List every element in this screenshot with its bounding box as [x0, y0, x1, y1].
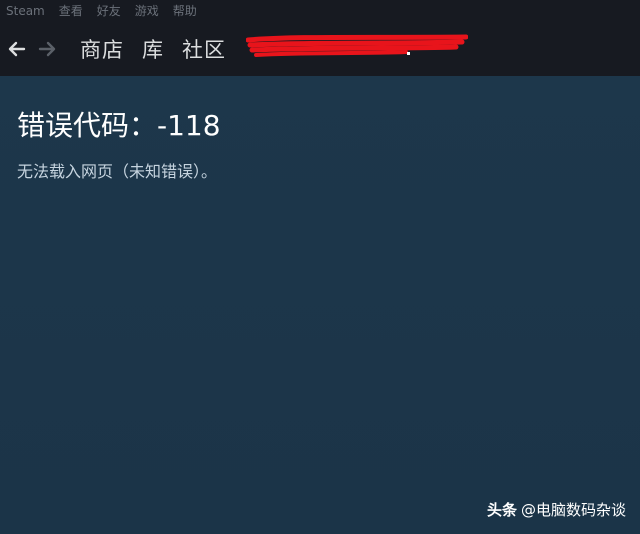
error-title: 错误代码：-118	[17, 109, 221, 142]
menu-item-games[interactable]: 游戏	[135, 0, 159, 22]
forward-button[interactable]	[36, 38, 58, 60]
menu-bar: Steam 查看 好友 游戏 帮助	[0, 0, 640, 22]
error-message: 无法载入网页（未知错误）。	[17, 162, 218, 181]
watermark-brand: 头条	[486, 501, 517, 519]
back-button[interactable]	[6, 38, 28, 60]
menu-item-steam[interactable]: Steam	[6, 0, 45, 22]
watermark: 头条 @电脑数码杂谈	[487, 499, 626, 520]
menu-item-help[interactable]: 帮助	[173, 0, 197, 22]
menu-item-view[interactable]: 查看	[59, 0, 83, 22]
arrow-left-icon	[8, 41, 26, 57]
nav-link-community[interactable]: 社区	[182, 34, 226, 64]
menu-item-friends[interactable]: 好友	[97, 0, 121, 22]
nav-link-library[interactable]: 库	[142, 34, 164, 64]
arrow-right-icon	[38, 41, 56, 57]
nav-link-store[interactable]: 商店	[80, 34, 124, 64]
redaction-scribble	[246, 34, 468, 57]
watermark-handle: @电脑数码杂谈	[520, 501, 626, 519]
content-area: 错误代码：-118 无法载入网页（未知错误）。 头条 @电脑数码杂谈	[0, 76, 640, 534]
